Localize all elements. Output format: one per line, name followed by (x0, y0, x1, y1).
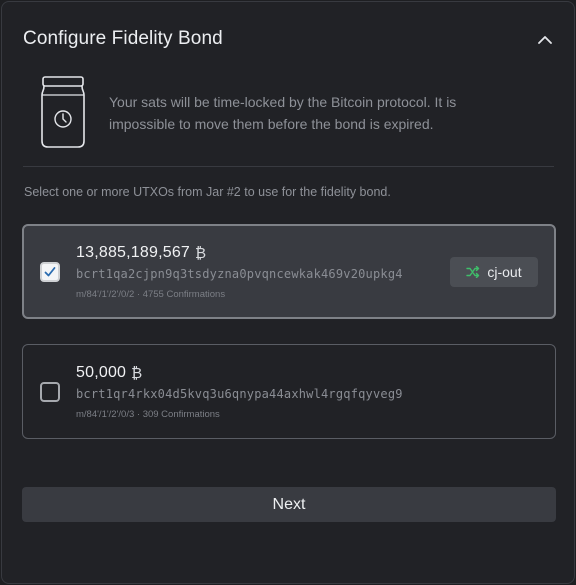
utxo-checkbox[interactable] (40, 382, 60, 402)
utxo-card[interactable]: 50,000 ₿ bcrt1qr4rkx04d5kvq3u6qnypa44axh… (22, 344, 556, 439)
jar-clock-icon (40, 75, 86, 149)
utxo-instruction: Select one or more UTXOs from Jar #2 to … (24, 185, 391, 199)
panel-title: Configure Fidelity Bond (23, 28, 223, 49)
utxo-tag-label: cj-out (487, 264, 522, 280)
utxo-amount-value: 13,885,189,567 (76, 244, 191, 261)
next-button[interactable]: Next (22, 487, 556, 522)
shuffle-icon (466, 266, 480, 278)
checkmark-icon (44, 267, 56, 277)
utxo-amount: 13,885,189,567 ₿ (76, 244, 206, 262)
info-text: Your sats will be time-locked by the Bit… (109, 94, 457, 132)
utxo-meta: m/84'/1'/2'/0/2 · 4755 Confirmations (76, 289, 226, 300)
bitcoin-unit-icon: ₿ (195, 244, 207, 262)
info-section: Your sats will be time-locked by the Bit… (40, 75, 456, 149)
utxo-card-selected[interactable]: 13,885,189,567 ₿ bcrt1qa2cjpn9q3tsdyzna0… (22, 224, 556, 319)
utxo-checkbox[interactable] (40, 262, 60, 282)
utxo-amount: 50,000 ₿ (76, 364, 142, 382)
panel-header[interactable]: Configure Fidelity Bond (23, 25, 554, 53)
divider (23, 166, 554, 167)
chevron-up-icon[interactable] (536, 30, 554, 48)
bitcoin-unit-icon: ₿ (131, 364, 143, 382)
utxo-address: bcrt1qa2cjpn9q3tsdyzna0pvqncewkak469v20u… (76, 267, 403, 281)
utxo-meta: m/84'/1'/2'/0/3 · 309 Confirmations (76, 409, 220, 420)
utxo-amount-value: 50,000 (76, 364, 127, 381)
utxo-address: bcrt1qr4rkx04d5kvq3u6qnypa44axhwl4rgqfqy… (76, 387, 403, 401)
utxo-tag-cj-out: cj-out (450, 257, 538, 287)
